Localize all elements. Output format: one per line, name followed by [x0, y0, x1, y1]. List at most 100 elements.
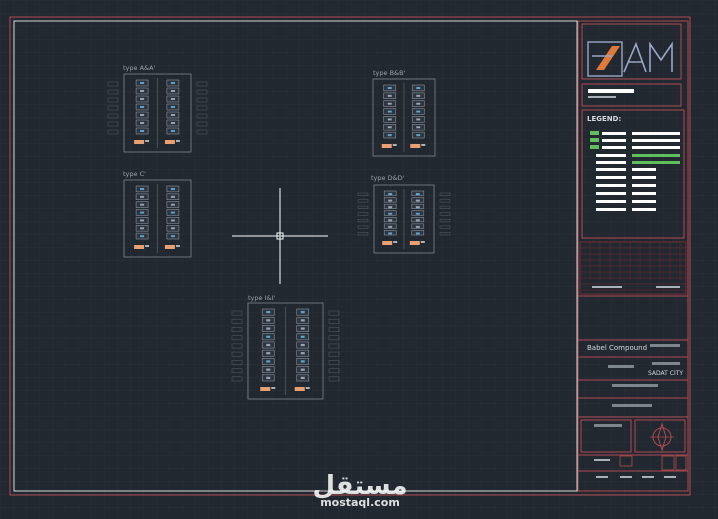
label-type-aa: type A&A' — [123, 64, 156, 72]
unit-mark — [300, 352, 305, 355]
unit-mark — [140, 98, 145, 100]
orange-tag — [294, 387, 305, 391]
unit-mark — [266, 368, 271, 371]
unit-mark — [170, 235, 175, 238]
tag-text — [305, 387, 310, 389]
unit-mark — [416, 94, 421, 97]
revision-text — [664, 476, 676, 478]
cad-model-space[interactable]: type A&A' type B&B' type C' type D&D' ty… — [0, 0, 718, 519]
unit-mark — [416, 110, 421, 113]
unit-mark — [300, 343, 305, 347]
unit-mark — [266, 352, 271, 355]
unit-mark — [140, 90, 145, 92]
unit-mark — [388, 199, 393, 202]
tag-text — [420, 241, 425, 243]
unit-mark — [140, 195, 145, 198]
legend-item-value — [632, 139, 680, 142]
legend-item-value — [632, 176, 656, 179]
unit-mark — [388, 212, 393, 215]
legend-item-text — [596, 168, 626, 171]
mostaql-watermark: مستقل mostaql.com — [312, 471, 407, 509]
orange-tag — [410, 144, 421, 148]
revision-text — [594, 459, 610, 461]
unit-mark — [387, 87, 392, 89]
unit-mark — [140, 122, 145, 124]
city-arabic-label — [652, 362, 680, 365]
label-type-dd: type D&D' — [371, 174, 405, 182]
unit-mark — [416, 118, 421, 121]
unit-mark — [300, 311, 305, 314]
tag-text — [393, 241, 398, 243]
label-type-ii: type I&I' — [248, 294, 275, 302]
firm-name-bar — [588, 89, 634, 93]
unit-mark — [170, 122, 175, 124]
unit-mark — [170, 90, 175, 92]
unit-mark — [140, 130, 145, 132]
unit-mark — [415, 225, 420, 228]
unit-mark — [170, 106, 175, 108]
unit-mark — [140, 211, 145, 214]
schedule-caption — [592, 286, 622, 288]
sheet-arabic-label — [612, 384, 658, 387]
unit-mark — [266, 319, 271, 322]
project-name: Babel Compound — [587, 344, 647, 352]
legend-item-value — [632, 200, 656, 203]
unit-mark — [415, 206, 420, 209]
unit-mark — [300, 319, 305, 322]
unit-mark — [388, 206, 393, 209]
orange-tag — [164, 140, 175, 144]
unit-mark — [387, 94, 392, 97]
unit-mark — [300, 327, 305, 330]
orange-tag — [409, 241, 420, 245]
city-name: SADAT CITY — [648, 370, 683, 377]
unit-mark — [266, 360, 271, 363]
tag-text — [175, 245, 180, 247]
legend-item-value — [632, 168, 656, 171]
unit-mark — [266, 327, 271, 330]
orange-tag — [164, 245, 175, 249]
legend-item-text — [596, 192, 626, 195]
unit-mark — [416, 126, 421, 129]
unit-mark — [266, 343, 271, 347]
revision-text — [620, 476, 632, 478]
unit-mark — [140, 203, 145, 206]
unit-mark — [170, 211, 175, 214]
firm-subname-bar — [588, 96, 616, 98]
unit-mark — [140, 106, 145, 108]
unit-mark — [170, 227, 175, 230]
orange-tag — [260, 387, 271, 391]
unit-mark — [415, 193, 420, 195]
revision-text — [596, 476, 608, 478]
unit-mark — [388, 232, 393, 235]
unit-mark — [170, 188, 175, 190]
unit-mark — [170, 203, 175, 206]
background-grid — [0, 0, 718, 519]
orange-tag — [381, 144, 392, 148]
unit-mark — [140, 235, 145, 238]
unit-mark — [388, 219, 393, 222]
tag-text — [145, 140, 150, 142]
city-arabic-value — [608, 365, 634, 368]
unit-mark — [387, 118, 392, 121]
legend-swatch — [590, 138, 599, 142]
orange-tag — [134, 140, 145, 144]
revision-text — [642, 476, 654, 478]
unit-mark — [387, 126, 392, 129]
legend-item-text — [596, 161, 626, 164]
unit-mark — [387, 102, 392, 105]
legend-item-value — [632, 184, 656, 187]
unit-mark — [140, 114, 145, 116]
tag-text — [421, 144, 426, 146]
project-name-arabic-label — [650, 344, 680, 347]
legend-item-value — [632, 208, 656, 211]
sheet-number-arabic-label — [612, 404, 652, 407]
legend-item-value — [632, 132, 680, 135]
watermark-url: mostaql.com — [320, 496, 400, 509]
unit-mark — [170, 130, 175, 132]
legend-item-text — [602, 146, 626, 149]
plan-block — [231, 302, 340, 400]
unit-mark — [140, 219, 145, 222]
legend-item-text — [596, 200, 626, 203]
unit-mark — [300, 335, 305, 338]
schedule-caption — [656, 286, 680, 288]
